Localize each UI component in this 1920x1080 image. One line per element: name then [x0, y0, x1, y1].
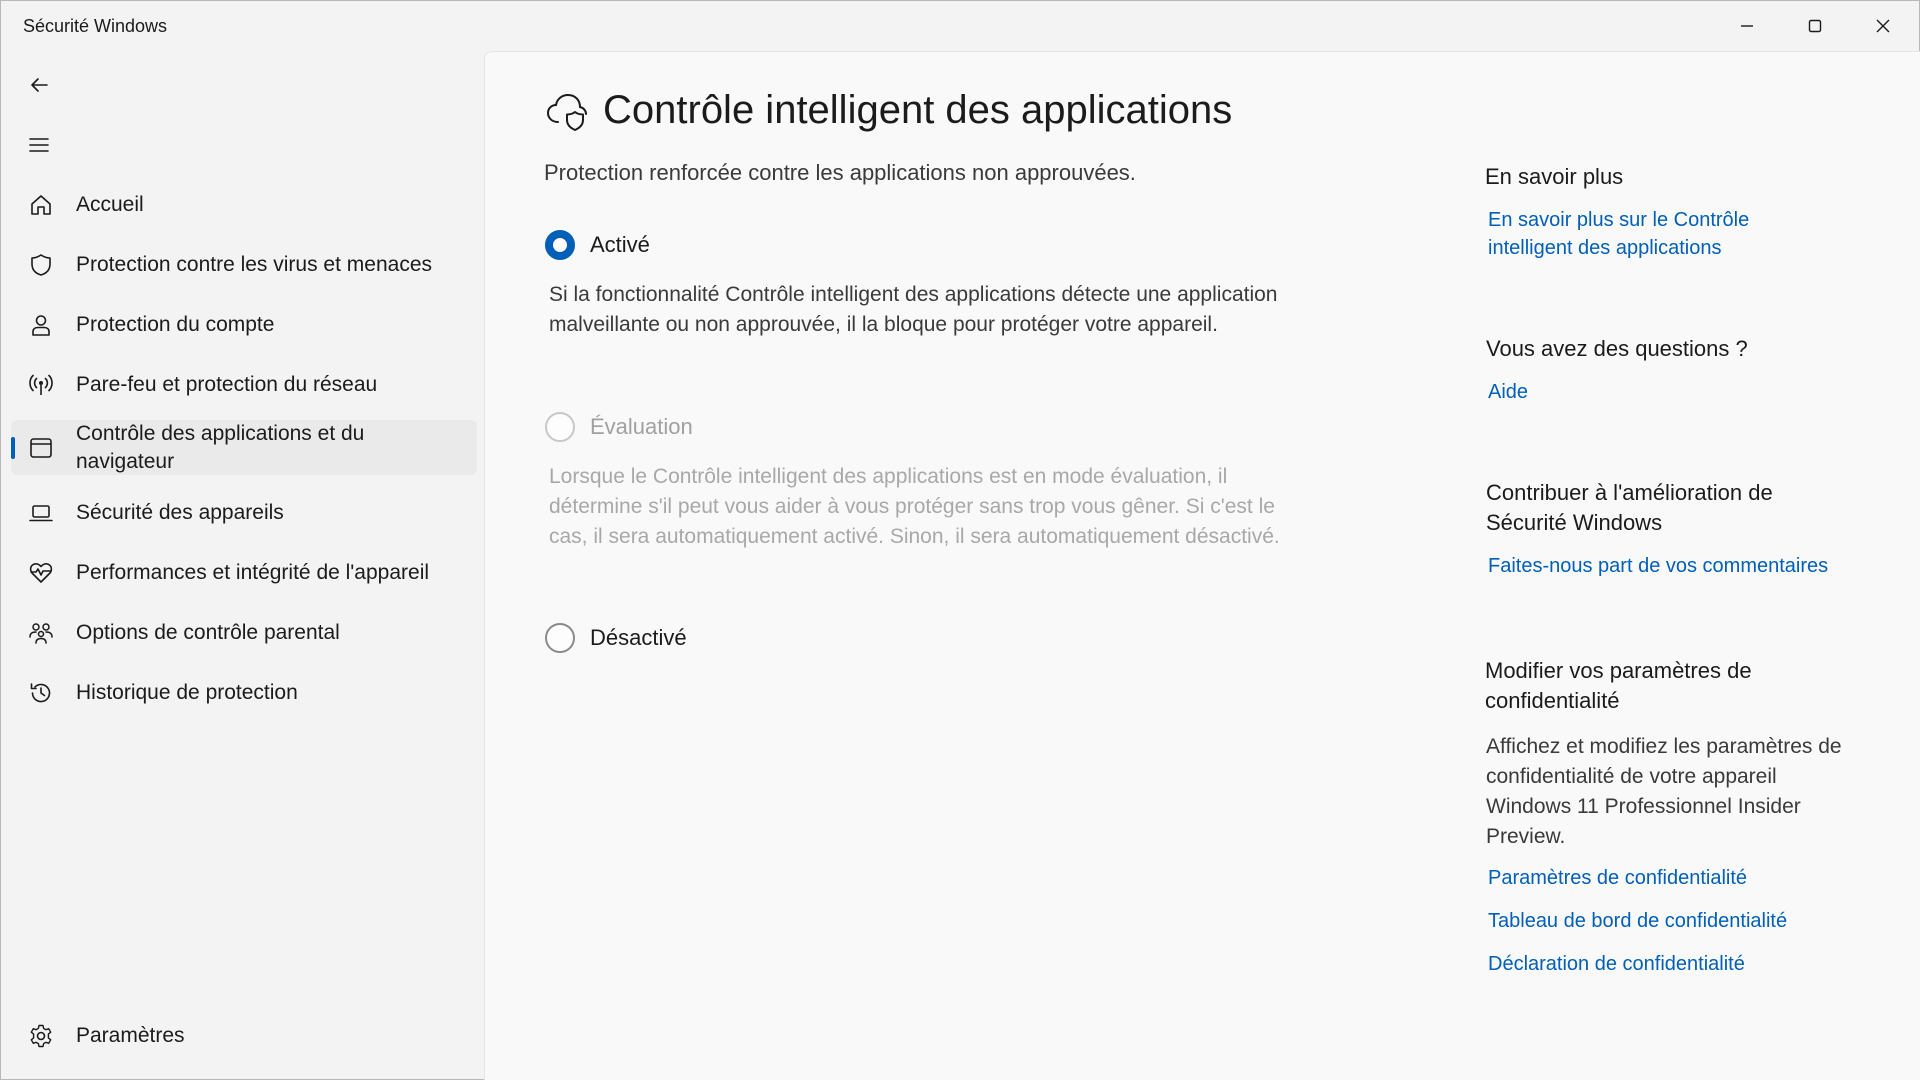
sidebar-item-label: Accueil	[76, 193, 144, 216]
learn-more-heading: En savoir plus	[1485, 164, 1624, 189]
sidebar-item-label: Options de contrôle parental	[76, 621, 340, 644]
sidebar-item-home[interactable]: Accueil	[11, 183, 477, 227]
heart-pulse-icon	[27, 559, 55, 587]
back-arrow-icon	[31, 78, 48, 92]
feedback-link[interactable]: Faites-nous part de vos commentaires	[1488, 552, 1888, 580]
sidebar-item-app-browser-control[interactable]: Contrôle des applications et du navigate…	[11, 420, 477, 475]
window-title: Sécurité Windows	[23, 16, 168, 36]
close-icon	[1876, 19, 1890, 33]
back-button[interactable]	[21, 67, 57, 103]
history-icon	[27, 679, 55, 707]
sidebar-item-family-options[interactable]: Options de contrôle parental	[11, 611, 477, 655]
sidebar-item-device-health[interactable]: Performances et intégrité de l'appareil	[11, 551, 477, 595]
person-icon	[27, 311, 55, 339]
hamburger-icon	[29, 138, 49, 152]
radio-button-unchecked[interactable]	[545, 623, 575, 653]
shield-icon	[27, 251, 55, 279]
maximize-button[interactable]	[1781, 1, 1849, 51]
app-window-icon	[27, 434, 55, 462]
radio-label: Activé	[590, 232, 650, 257]
content-panel: Contrôle intelligent des applications Pr…	[484, 51, 1920, 1080]
family-icon	[27, 619, 55, 647]
gear-icon	[27, 1022, 55, 1050]
sidebar-item-device-security[interactable]: Sécurité des appareils	[11, 491, 477, 535]
app-window: Sécurité Windows Accueil Protection cont…	[0, 0, 1920, 1080]
close-button[interactable]	[1849, 1, 1917, 51]
radio-description: Lorsque le Contrôle intelligent des appl…	[549, 465, 1280, 548]
sidebar-item-label: Performances et intégrité de l'appareil	[76, 561, 430, 584]
sidebar-item-label: Contrôle des applications et du navigate…	[76, 421, 365, 473]
sidebar-item-label: Sécurité des appareils	[76, 501, 284, 524]
home-icon	[27, 191, 55, 219]
privacy-description: Affichez et modifiez les paramètres de c…	[1486, 735, 1842, 848]
privacy-statement-link[interactable]: Déclaration de confidentialité	[1488, 950, 1888, 978]
maximize-icon	[1808, 19, 1822, 33]
radio-option-off[interactable]: Désactivé	[545, 623, 687, 653]
radio-option-on[interactable]: Activé	[545, 230, 650, 260]
sidebar-item-label: Pare-feu et protection du réseau	[76, 373, 378, 396]
radio-button-checked[interactable]	[545, 230, 575, 260]
radio-button-disabled	[545, 412, 575, 442]
title-bar: Sécurité Windows	[1, 1, 1919, 51]
page-description: Protection renforcée contre les applicat…	[544, 160, 1136, 185]
sidebar-item-label: Historique de protection	[76, 681, 298, 704]
sidebar-item-settings[interactable]: Paramètres	[11, 1014, 477, 1058]
wireless-icon	[27, 371, 55, 399]
help-link[interactable]: Aide	[1488, 378, 1888, 406]
privacy-heading: Modifier vos paramètres de confidentiali…	[1485, 658, 1752, 713]
radio-option-evaluation: Évaluation	[545, 412, 693, 442]
privacy-settings-link[interactable]: Paramètres de confidentialité	[1488, 864, 1888, 892]
minimize-icon	[1741, 25, 1753, 27]
laptop-icon	[27, 499, 55, 527]
sidebar-item-account-protection[interactable]: Protection du compte	[11, 303, 477, 347]
radio-label: Désactivé	[590, 625, 687, 650]
sidebar-item-firewall[interactable]: Pare-feu et protection du réseau	[11, 363, 477, 407]
privacy-dashboard-link[interactable]: Tableau de bord de confidentialité	[1488, 907, 1888, 935]
radio-label: Évaluation	[590, 414, 693, 439]
page-title: Contrôle intelligent des applications	[603, 88, 1233, 132]
learn-more-link[interactable]: En savoir plus sur le Contrôle intellige…	[1488, 206, 1788, 262]
questions-heading: Vous avez des questions ?	[1486, 336, 1748, 361]
contribute-heading: Contribuer à l'amélioration de Sécurité …	[1486, 480, 1773, 535]
sidebar-item-virus-protection[interactable]: Protection contre les virus et menaces	[11, 243, 477, 287]
sidebar: Accueil Protection contre les virus et m…	[1, 51, 483, 1080]
radio-description: Si la fonctionnalité Contrôle intelligen…	[549, 283, 1278, 336]
app-guard-icon	[546, 93, 587, 131]
sidebar-item-label: Paramètres	[76, 1024, 185, 1047]
hamburger-menu-button[interactable]	[21, 127, 57, 163]
sidebar-item-label: Protection contre les virus et menaces	[76, 253, 432, 276]
sidebar-item-label: Protection du compte	[76, 313, 275, 336]
sidebar-item-protection-history[interactable]: Historique de protection	[11, 671, 477, 715]
minimize-button[interactable]	[1713, 1, 1781, 51]
